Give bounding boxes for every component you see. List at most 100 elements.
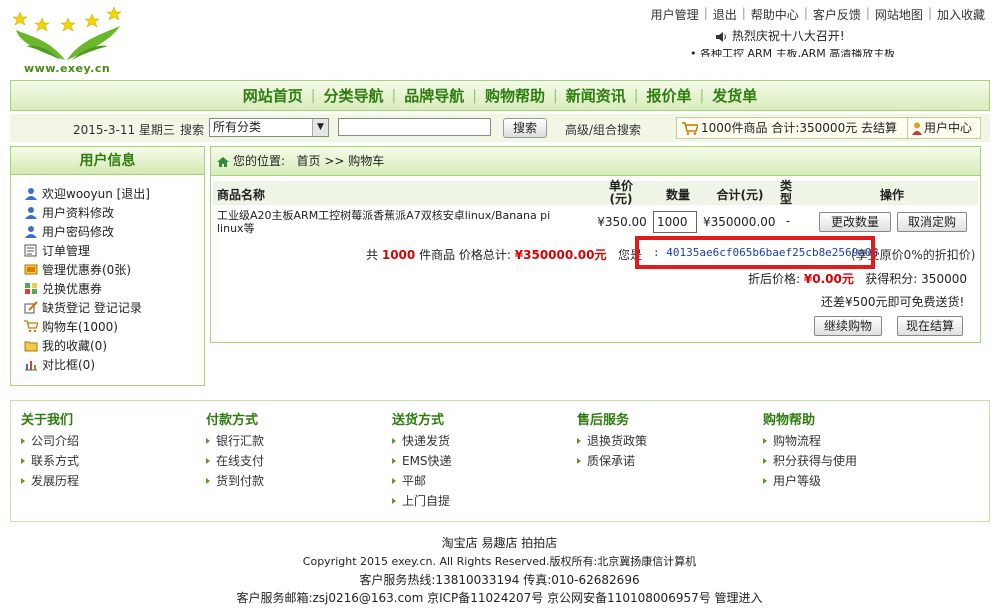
search-bar: 2015-3-11 星期三 搜索 所有分类 ▼ 搜索 高级/组合搜索 1000件… [10, 114, 990, 142]
sidebar-item-cart[interactable]: 购物车(1000) [24, 317, 204, 336]
cancel-order-label: 取消定购 [907, 215, 956, 229]
notice-line-2[interactable]: • 各种工控 ARM 主板,ARM 高清播放主板 [690, 49, 895, 57]
sidebar-item-exchange[interactable]: 兑换优惠券 [24, 279, 204, 298]
advanced-search-link[interactable]: 高级/组合搜索 [565, 121, 641, 138]
breadcrumb-current: 购物车 [348, 154, 385, 168]
sidebar-item-profile[interactable]: 用户资料修改 [24, 203, 204, 222]
header-ops: 操作 [879, 188, 904, 202]
table-row: 工业级A20主板ARM工控树莓派香蕉派A7双核安卓linux/Banana pi… [215, 209, 975, 239]
breadcrumb-prefix: 您的位置: [233, 154, 286, 168]
footer-link[interactable]: 积分获得与使用 [763, 451, 857, 471]
summary-total: ¥350000.00元 [514, 248, 607, 262]
footer-link[interactable]: 在线支付 [206, 451, 264, 471]
cancel-order-button[interactable]: 取消定购 [897, 212, 967, 232]
chevron-down-icon: ▼ [312, 119, 328, 136]
speaker-icon [716, 31, 726, 42]
category-select[interactable]: 所有分类 ▼ [209, 118, 329, 137]
footer-col-payment: 付款方式 银行汇款 在线支付 货到付款 [206, 409, 264, 491]
footer-link[interactable]: 银行汇款 [206, 431, 264, 451]
search-button[interactable]: 搜索 [503, 118, 547, 138]
footer-link[interactable]: 平邮 [392, 471, 452, 491]
footer-col-title: 关于我们 [21, 413, 74, 428]
logo-stars-leaves-icon [12, 6, 122, 60]
cart-summary-line: 共 1000 件商品 价格总计: ¥350000.00元 [366, 246, 606, 263]
search-label: 搜索 [180, 123, 205, 137]
sidebar-item-welcome[interactable]: 欢迎wooyun [退出] [24, 184, 204, 203]
top-link-sitemap[interactable]: 网站地图 [875, 6, 923, 23]
nav-category[interactable]: 分类导航 [316, 85, 392, 106]
nav-help[interactable]: 购物帮助 [477, 85, 553, 106]
quantity-input[interactable]: 1000 [653, 211, 697, 233]
footer-link[interactable]: 公司介绍 [21, 431, 79, 451]
cart-summary-text: 1000件商品 合计:350000元 [701, 121, 858, 135]
order-icon [24, 244, 37, 257]
top-link-feedback[interactable]: 客户反馈 [813, 6, 861, 23]
footer-link[interactable]: 上门自提 [392, 491, 452, 511]
header-type: 类型 [779, 179, 792, 206]
top-link-help[interactable]: 帮助中心 [751, 6, 799, 23]
user-sidebar: 用户信息 欢迎wooyun [退出] 用户资料修改 用户密码修改 订单管理 管理… [10, 146, 205, 386]
nav-quote[interactable]: 报价单 [638, 85, 699, 106]
nav-home[interactable]: 网站首页 [235, 85, 311, 106]
footer-link[interactable]: 购物流程 [763, 431, 857, 451]
user-center-label: 用户中心 [924, 121, 973, 135]
checkout-now-button[interactable]: 现在结算 [897, 316, 963, 336]
breadcrumb-home[interactable]: 首页 [297, 154, 321, 168]
top-links: 用户管理 | 退出 | 帮助中心 | 客户反馈 | 网站地图 | 加入收藏 [650, 6, 985, 23]
footer-link[interactable]: EMS快递 [392, 451, 452, 471]
update-quantity-button[interactable]: 更改数量 [819, 212, 891, 232]
sidebar-item-favorites[interactable]: 我的收藏(0) [24, 336, 204, 355]
nav-brand[interactable]: 品牌导航 [396, 85, 472, 106]
coupon-icon [24, 264, 38, 275]
footer-col-title: 购物帮助 [763, 413, 816, 428]
footer-link[interactable]: 用户等级 [763, 471, 857, 491]
footer-link[interactable]: 快递发货 [392, 431, 452, 451]
search-input[interactable] [338, 118, 491, 136]
sidebar-item-label: 欢迎wooyun [退出] [42, 187, 150, 201]
user-center-link[interactable]: 用户中心 [907, 117, 981, 139]
top-link-favorite[interactable]: 加入收藏 [937, 6, 985, 23]
footer-link[interactable]: 货到付款 [206, 471, 264, 491]
logo-text: www.exey.cn [24, 62, 111, 75]
header-qty: 数量 [665, 188, 690, 202]
user-icon [25, 188, 37, 200]
header-price: 单价 (元) [608, 179, 633, 206]
highlight-annotation-box [635, 236, 875, 269]
footer-col-about: 关于我们 公司介绍 联系方式 发展历程 [21, 409, 79, 491]
footer-link[interactable]: 退换货政策 [577, 431, 647, 451]
continue-shopping-button[interactable]: 继续购物 [814, 316, 882, 336]
sidebar-title: 用户信息 [11, 147, 204, 175]
sidebar-item-label: 缺货登记 登记记录 [42, 301, 142, 315]
checkout-now-label: 现在结算 [905, 319, 954, 333]
folder-icon [24, 341, 38, 352]
bottom-shops[interactable]: 淘宝店 易趣店 拍拍店 [0, 534, 999, 551]
sidebar-item-coupons[interactable]: 管理优惠券(0张) [24, 260, 204, 279]
nav-shipping[interactable]: 发货单 [704, 85, 765, 106]
sidebar-item-label: 用户密码修改 [42, 225, 115, 239]
footer-link[interactable]: 发展历程 [21, 471, 79, 491]
top-link-user-manage[interactable]: 用户管理 [651, 6, 699, 23]
sidebar-item-compare[interactable]: 对比框(0) [24, 355, 204, 374]
search-button-label: 搜索 [512, 121, 537, 135]
sidebar-item-label: 用户资料修改 [42, 206, 115, 220]
sidebar-item-label: 订单管理 [42, 244, 91, 258]
nav-news[interactable]: 新闻资讯 [558, 85, 634, 106]
points-value: 350000 [921, 272, 967, 286]
user-icon [25, 207, 37, 219]
notice-line-1[interactable]: 热烈庆祝十八大召开! [716, 27, 845, 44]
hotline-text: 客户服务热线:13810033194 传真:010-62682696 [359, 573, 640, 587]
breadcrumb-sep: >> [324, 154, 345, 168]
main-nav: 网站首页 | 分类导航 | 品牌导航 | 购物帮助 | 新闻资讯 | 报价单 | 发货单 [10, 80, 990, 111]
cart-icon [682, 122, 698, 135]
points-label: 获得积分: [865, 272, 918, 286]
product-name[interactable]: 工业级A20主板ARM工控树莓派香蕉派A7双核安卓linux/Banana pi… [217, 209, 577, 235]
top-link-logout[interactable]: 退出 [713, 6, 737, 23]
footer-link[interactable]: 联系方式 [21, 451, 79, 471]
footer-link[interactable]: 质保承诺 [577, 451, 647, 471]
sidebar-item-stockout[interactable]: 缺货登记 登记记录 [24, 298, 204, 317]
sidebar-item-label: 对比框(0) [42, 358, 95, 372]
checkout-link[interactable]: 去结算 [861, 121, 897, 135]
cart-summary[interactable]: 1000件商品 合计:350000元 去结算 [676, 117, 908, 139]
sidebar-item-password[interactable]: 用户密码修改 [24, 222, 204, 241]
sidebar-item-orders[interactable]: 订单管理 [24, 241, 204, 260]
